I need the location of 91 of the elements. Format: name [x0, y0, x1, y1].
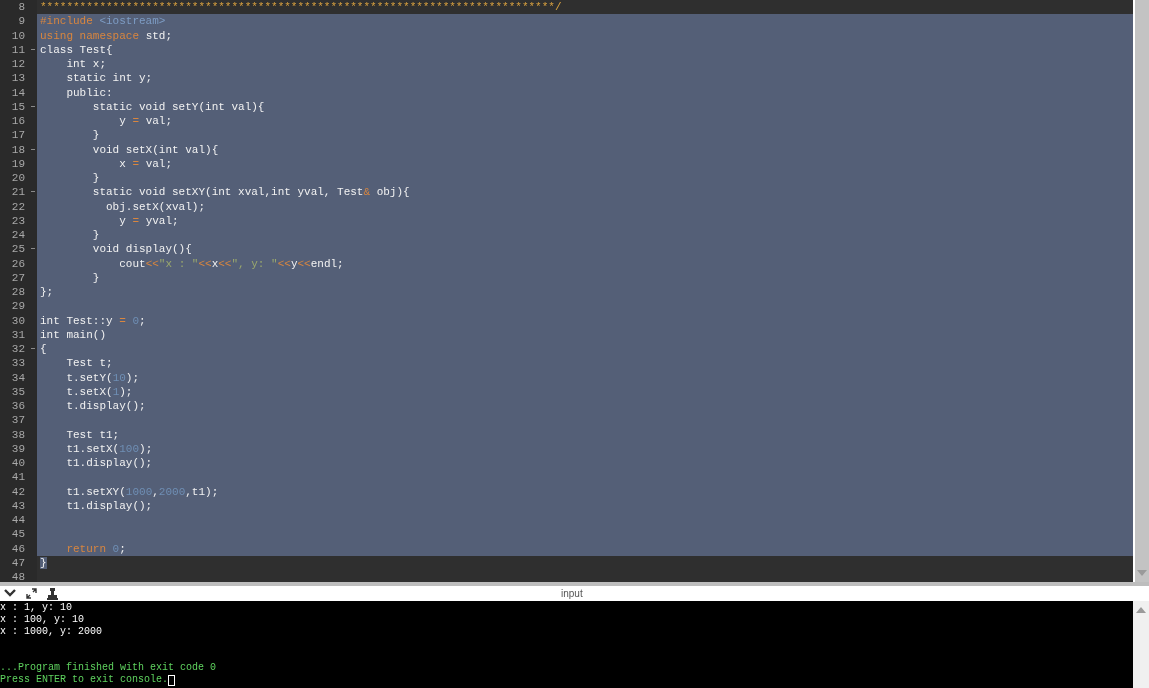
line-number: 18: [11, 142, 25, 157]
line-number: 46: [11, 541, 25, 556]
line-number: 32: [11, 342, 25, 357]
line-number: 11: [11, 42, 25, 57]
code-line: static int y;: [65, 72, 153, 85]
line-number: 38: [11, 427, 25, 442]
line-number: 17: [11, 128, 25, 143]
expand-icon[interactable]: [26, 588, 37, 599]
code-line: Test t1;: [65, 428, 120, 441]
stamp-icon[interactable]: [47, 587, 58, 600]
code-line: y = yval;: [118, 214, 179, 227]
line-number: 14: [11, 85, 25, 100]
line-number: 35: [11, 384, 25, 399]
editor-scrollbar[interactable]: [1133, 0, 1149, 582]
code-line: void display(){: [91, 243, 192, 256]
line-number: 13: [11, 71, 25, 86]
code-line: ******************************************************************************/: [40, 1, 562, 13]
console-label: input: [561, 587, 583, 601]
line-number: 26: [11, 256, 25, 271]
fold-marker-icon[interactable]: [31, 105, 35, 107]
line-number: 12: [11, 57, 25, 72]
line-number: 15: [11, 99, 25, 114]
line-number: 28: [11, 285, 25, 300]
line-number: 37: [11, 413, 25, 428]
line-number: 34: [11, 370, 25, 385]
code-line: public:: [65, 86, 113, 99]
line-number: 47: [11, 555, 25, 570]
line-number: 40: [11, 456, 25, 471]
line-number: 44: [11, 513, 25, 528]
scroll-up-icon[interactable]: [1136, 607, 1146, 613]
line-number: 48: [11, 570, 25, 582]
console-status-line: ...Program finished with exit code 0: [0, 662, 217, 674]
fold-marker-icon[interactable]: [31, 191, 35, 193]
line-number: 42: [11, 484, 25, 499]
text-cursor: [168, 674, 176, 686]
fold-marker-icon[interactable]: [31, 348, 35, 349]
line-number: 20: [11, 171, 25, 186]
code-line: t.setY(10);: [65, 371, 140, 384]
console-status-line: Press ENTER to exit console.: [0, 674, 169, 686]
line-number: 30: [11, 313, 25, 328]
fold-marker-icon[interactable]: [31, 248, 35, 250]
code-line: }: [91, 129, 100, 142]
code-line: y = val;: [118, 115, 173, 127]
line-number: 43: [11, 498, 25, 513]
console-output-line: x : 100, y: 10: [0, 614, 84, 626]
fold-marker-icon[interactable]: [31, 48, 35, 50]
line-number: 22: [11, 199, 25, 214]
line-number: 10: [11, 28, 25, 43]
code-line: static void setY(int val){: [91, 100, 265, 113]
code-line: Test t;: [65, 357, 113, 370]
code-line: };: [40, 286, 54, 298]
line-number: 24: [11, 228, 25, 243]
line-number: 29: [11, 299, 25, 314]
line-number: 31: [11, 327, 25, 342]
code-line: t.setX(1);: [65, 385, 133, 398]
fold-marker-icon[interactable]: [31, 148, 35, 150]
line-number: 19: [11, 156, 25, 171]
code-line: cout<<"x : "<<x<<", y: "<<y<<endl;: [118, 257, 344, 270]
code-line: t1.display();: [65, 499, 153, 512]
chevron-down-icon[interactable]: [4, 589, 16, 598]
line-number: 36: [11, 399, 25, 414]
code-line: int main(): [40, 328, 106, 341]
line-number: 33: [11, 356, 25, 371]
line-number: 25: [11, 242, 25, 257]
line-number: 27: [11, 270, 25, 285]
code-line: t1.display();: [65, 457, 153, 469]
code-line: int x;: [65, 58, 106, 70]
code-line: class Test{: [40, 43, 113, 56]
code-line: obj.setX(xval);: [105, 200, 206, 213]
code-line: }: [91, 229, 100, 241]
code-line: }: [91, 172, 100, 184]
line-number: 16: [11, 114, 25, 129]
console-output-line: x : 1, y: 10: [0, 602, 72, 614]
code-line: t1.setXY(1000,2000,t1);: [65, 485, 219, 498]
line-number: 39: [11, 441, 25, 456]
line-number: 45: [11, 527, 25, 542]
console-scrollbar[interactable]: [1133, 601, 1149, 688]
code-line: t.display();: [65, 400, 146, 412]
code-line: }: [91, 271, 100, 284]
line-number: 23: [11, 213, 25, 228]
code-line: #include <iostream>: [40, 15, 166, 28]
code-line: x = val;: [118, 157, 173, 170]
line-number: 21: [11, 185, 25, 200]
console-output-line: x : 1000, y: 2000: [0, 626, 103, 638]
code-line: void setX(int val){: [91, 143, 219, 156]
line-number: 9: [18, 14, 25, 29]
line-number: 8: [18, 0, 25, 15]
code-line: {: [40, 343, 47, 355]
line-number: 41: [11, 470, 25, 485]
code-line: static void setXY(int xval,int yval, Test& obj){: [91, 186, 410, 199]
code-line: using namespace std;: [40, 29, 173, 42]
